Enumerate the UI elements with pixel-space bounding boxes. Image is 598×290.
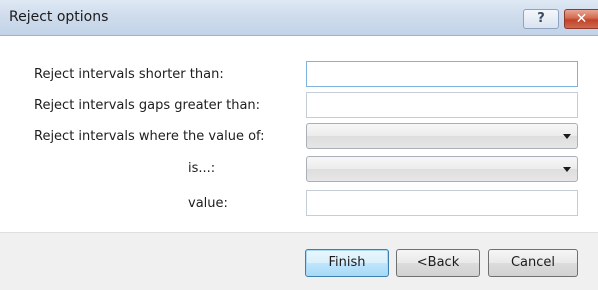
value-of-dropdown[interactable]	[306, 123, 578, 149]
help-icon: ?	[537, 11, 545, 26]
chevron-down-icon	[563, 167, 571, 172]
value-label: value:	[188, 196, 228, 211]
value-field[interactable]	[306, 190, 578, 216]
window-title: Reject options	[9, 9, 109, 25]
chevron-down-icon	[563, 134, 571, 139]
shorter-than-field[interactable]	[306, 61, 578, 87]
is-dropdown[interactable]	[306, 156, 578, 182]
close-icon: ✕	[575, 11, 588, 27]
help-button[interactable]: ?	[523, 9, 559, 29]
shorter-than-input[interactable]	[307, 62, 577, 86]
cancel-button[interactable]: Cancel	[488, 249, 578, 277]
value-of-label: Reject intervals where the value of:	[34, 129, 265, 144]
close-button[interactable]: ✕	[564, 9, 598, 29]
gaps-input[interactable]	[307, 93, 577, 117]
is-label: is...:	[188, 161, 216, 176]
value-input[interactable]	[307, 191, 577, 215]
gaps-label: Reject intervals gaps greater than:	[34, 98, 261, 113]
gaps-field[interactable]	[306, 92, 578, 118]
shorter-than-label: Reject intervals shorter than:	[34, 67, 224, 82]
finish-button[interactable]: Finish	[305, 249, 389, 277]
back-button[interactable]: <Back	[396, 249, 480, 277]
title-bar: Reject options ? ✕	[0, 0, 598, 36]
